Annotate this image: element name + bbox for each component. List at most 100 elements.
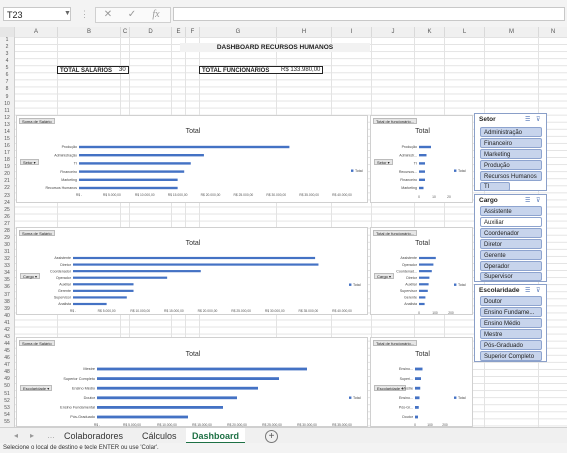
multi-select-icon[interactable]: ☰ xyxy=(525,116,530,123)
tab-colaboradores[interactable]: Colaboradores xyxy=(58,428,129,444)
column-header-j[interactable]: J xyxy=(371,27,414,37)
slicer-item[interactable]: Produção xyxy=(480,160,542,170)
slicer-item[interactable]: Auxiliar xyxy=(480,217,542,227)
pivot-chart-funcionarios-setor[interactable]: Total de funcionário... Total Setor ▾ 01… xyxy=(370,115,473,203)
row-header-38[interactable]: 38 xyxy=(0,299,14,306)
row-header-48[interactable]: 48 xyxy=(0,369,14,376)
scroll-left-icon[interactable]: ◂ xyxy=(14,428,18,444)
row-header-34[interactable]: 34 xyxy=(0,270,14,277)
column-header-f[interactable]: F xyxy=(185,27,199,37)
clear-filter-icon[interactable]: ⊽ xyxy=(536,116,540,123)
row-header-18[interactable]: 18 xyxy=(0,157,14,164)
row-header-19[interactable]: 19 xyxy=(0,164,14,171)
row-header-25[interactable]: 25 xyxy=(0,207,14,214)
slicer-item[interactable]: Recursos Humanos xyxy=(480,171,542,181)
row-header-52[interactable]: 52 xyxy=(0,398,14,405)
row-header-26[interactable]: 26 xyxy=(0,214,14,221)
row-header-40[interactable]: 40 xyxy=(0,313,14,320)
row-header-8[interactable]: 8 xyxy=(0,86,14,93)
row-header-5[interactable]: 5 xyxy=(0,65,14,72)
row-header-16[interactable]: 16 xyxy=(0,143,14,150)
row-header-53[interactable]: 53 xyxy=(0,405,14,412)
row-header-21[interactable]: 21 xyxy=(0,178,14,185)
column-header-d[interactable]: D xyxy=(129,27,171,37)
kpi-total-funcionarios[interactable]: TOTAL FUNCIONÁRIOS R$ 133.980,00 xyxy=(199,66,323,74)
row-header-43[interactable]: 43 xyxy=(0,334,14,341)
column-header-a[interactable]: A xyxy=(14,27,57,37)
slicer-item[interactable]: Pós-Graduado xyxy=(480,340,542,350)
enter-icon[interactable]: ✓ xyxy=(122,8,142,22)
column-header-h[interactable]: H xyxy=(276,27,331,37)
row-header-28[interactable]: 28 xyxy=(0,228,14,235)
row-header-27[interactable]: 27 xyxy=(0,221,14,228)
row-header-7[interactable]: 7 xyxy=(0,79,14,86)
row-header-2[interactable]: 2 xyxy=(0,44,14,51)
row-header-23[interactable]: 23 xyxy=(0,193,14,200)
multi-select-icon[interactable]: ☰ xyxy=(525,287,530,294)
more-sheets-icon[interactable]: … xyxy=(47,428,55,444)
slicer-item[interactable]: Diretor xyxy=(480,239,542,249)
row-header-9[interactable]: 9 xyxy=(0,94,14,101)
row-header-10[interactable]: 10 xyxy=(0,101,14,108)
slicer-cargo[interactable]: Cargo ☰ ⊽ Assistente Auxiliar Coordenado… xyxy=(474,194,547,282)
pivot-chart-salario-setor[interactable]: Soma de Salário Total Setor ▾ R$ - R$ 5.0… xyxy=(16,115,368,203)
slicer-item[interactable]: Coordenador xyxy=(480,228,542,238)
row-header-12[interactable]: 12 xyxy=(0,115,14,122)
cancel-icon[interactable]: ✕ xyxy=(98,8,118,22)
row-header-4[interactable]: 4 xyxy=(0,58,14,65)
row-header-15[interactable]: 15 xyxy=(0,136,14,143)
row-header-51[interactable]: 51 xyxy=(0,391,14,398)
column-header-m[interactable]: M xyxy=(484,27,538,37)
slicer-item[interactable]: Gerente xyxy=(480,250,542,260)
row-header-24[interactable]: 24 xyxy=(0,200,14,207)
row-header-37[interactable]: 37 xyxy=(0,292,14,299)
pivot-chart-salario-cargo[interactable]: Soma de Salário Total Cargo ▾ R$ - R$ 5.0… xyxy=(16,227,368,315)
slicer-item[interactable]: Ensino Médio xyxy=(480,318,542,328)
slicer-item[interactable]: Assistente xyxy=(480,206,542,216)
row-header-41[interactable]: 41 xyxy=(0,320,14,327)
row-header-32[interactable]: 32 xyxy=(0,256,14,263)
row-header-35[interactable]: 35 xyxy=(0,277,14,284)
drag-handle-icon[interactable]: ⋮ xyxy=(80,7,89,21)
row-header-45[interactable]: 45 xyxy=(0,348,14,355)
row-header-31[interactable]: 31 xyxy=(0,249,14,256)
pivot-chart-salario-escolaridade[interactable]: Soma de Salário Total Escolaridade ▾ R$ … xyxy=(16,337,368,427)
slicer-escolaridade[interactable]: Escolaridade ☰ ⊽ Doutor Ensino Fundame..… xyxy=(474,284,547,362)
slicer-item[interactable]: Operador xyxy=(480,261,542,271)
tab-calculos[interactable]: Cálculos xyxy=(136,428,183,444)
scroll-right-icon[interactable]: ▸ xyxy=(30,428,34,444)
slicer-item[interactable]: Supervisor xyxy=(480,272,542,281)
name-box[interactable]: T23 xyxy=(3,7,71,21)
column-header-n[interactable]: N xyxy=(538,27,567,37)
row-header-20[interactable]: 20 xyxy=(0,171,14,178)
slicer-item[interactable]: Marketing xyxy=(480,149,542,159)
slicer-setor[interactable]: Setor ☰ ⊽ Administração Financeiro Marke… xyxy=(474,113,547,191)
row-header-14[interactable]: 14 xyxy=(0,129,14,136)
pivot-chart-funcionarios-escolaridade[interactable]: Total de funcionário... Total Escolarida… xyxy=(370,337,473,427)
row-header-44[interactable]: 44 xyxy=(0,341,14,348)
slicer-item[interactable]: Administração xyxy=(480,127,542,137)
row-header-50[interactable]: 50 xyxy=(0,383,14,390)
row-header-54[interactable]: 54 xyxy=(0,412,14,419)
formula-input[interactable] xyxy=(173,7,565,21)
column-header-c[interactable]: C xyxy=(120,27,129,37)
multi-select-icon[interactable]: ☰ xyxy=(525,197,530,204)
row-header-30[interactable]: 30 xyxy=(0,242,14,249)
clear-filter-icon[interactable]: ⊽ xyxy=(536,197,540,204)
slicer-item[interactable]: Doutor xyxy=(480,296,542,306)
clear-filter-icon[interactable]: ⊽ xyxy=(536,287,540,294)
row-header-3[interactable]: 3 xyxy=(0,51,14,58)
row-header-42[interactable]: 42 xyxy=(0,327,14,334)
pivot-chart-funcionarios-cargo[interactable]: Total de funcionário... Total Cargo ▾ 01… xyxy=(370,227,473,315)
row-header-47[interactable]: 47 xyxy=(0,362,14,369)
kpi-total-salarios[interactable]: TOTAL SALÁRIOS 30 xyxy=(57,66,129,74)
row-header-39[interactable]: 39 xyxy=(0,306,14,313)
select-all-corner[interactable] xyxy=(0,27,14,37)
add-sheet-icon[interactable]: + xyxy=(265,430,278,443)
row-header-33[interactable]: 33 xyxy=(0,263,14,270)
row-header-1[interactable]: 1 xyxy=(0,37,14,44)
column-header-g[interactable]: G xyxy=(199,27,276,37)
row-header-49[interactable]: 49 xyxy=(0,376,14,383)
slicer-item[interactable]: Ensino Fundame... xyxy=(480,307,542,317)
row-header-29[interactable]: 29 xyxy=(0,235,14,242)
